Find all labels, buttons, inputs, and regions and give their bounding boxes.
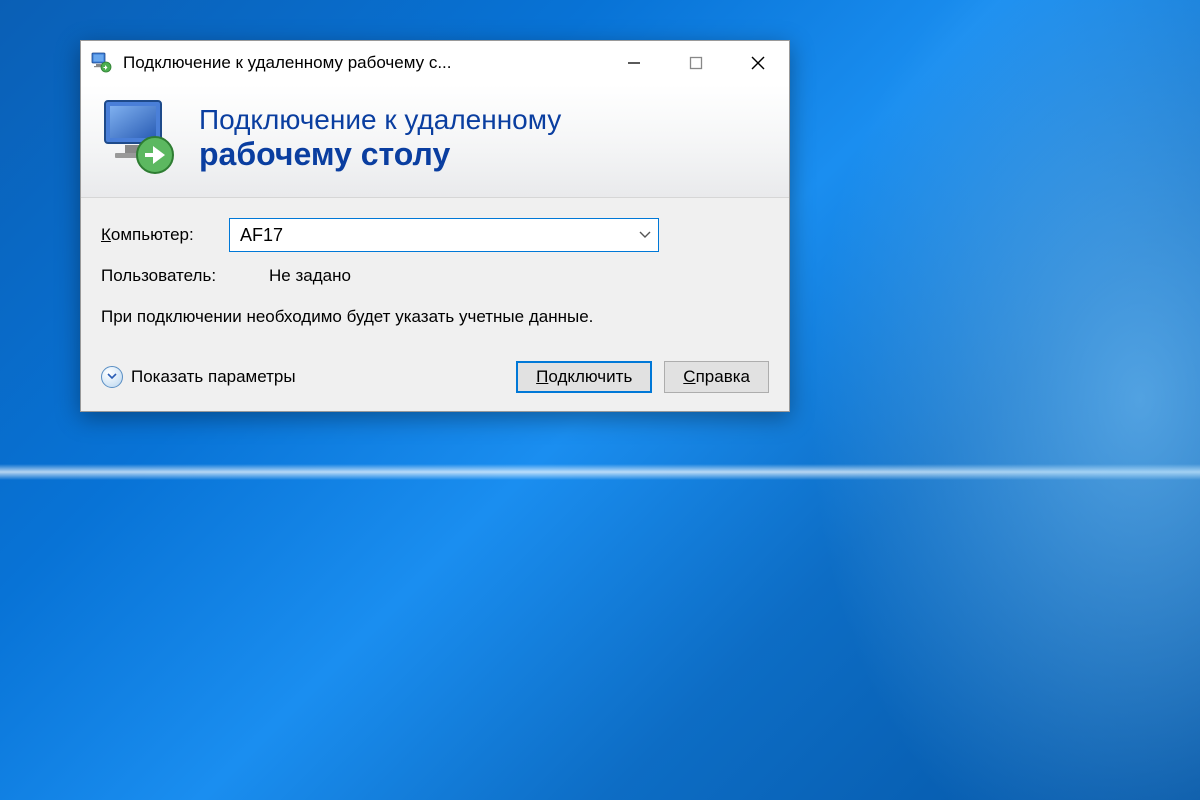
header-banner: Подключение к удаленному рабочему столу (81, 85, 789, 198)
header-text: Подключение к удаленному рабочему столу (199, 104, 561, 173)
computer-row: Компьютер: (101, 218, 769, 252)
window-title: Подключение к удаленному рабочему с... (123, 53, 603, 73)
titlebar[interactable]: Подключение к удаленному рабочему с... (81, 41, 789, 85)
window-controls (603, 41, 789, 85)
close-button[interactable] (727, 41, 789, 85)
rdp-app-icon (91, 52, 113, 74)
computer-label: Компьютер: (101, 225, 229, 245)
maximize-button[interactable] (665, 41, 727, 85)
footer-row: Показать параметры Подключить Справка (101, 361, 769, 393)
header-line1: Подключение к удаленному (199, 104, 561, 136)
help-button[interactable]: Справка (664, 361, 769, 393)
connect-button[interactable]: Подключить (516, 361, 652, 393)
minimize-button[interactable] (603, 41, 665, 85)
show-options-link[interactable]: Показать параметры (101, 366, 516, 388)
header-line2: рабочему столу (199, 136, 561, 173)
rdp-dialog: Подключение к удаленному рабочему с... (80, 40, 790, 412)
info-text: При подключении необходимо будет указать… (101, 306, 621, 329)
dialog-body: Компьютер: Пользователь: Не задано При п… (81, 198, 789, 411)
show-options-label: Показать параметры (131, 367, 296, 387)
computer-input[interactable] (229, 218, 659, 252)
action-buttons: Подключить Справка (516, 361, 769, 393)
computer-combobox[interactable] (229, 218, 659, 252)
user-row: Пользователь: Не задано (101, 266, 769, 286)
chevron-down-icon[interactable] (630, 219, 658, 251)
rdp-logo-icon (99, 97, 181, 179)
user-value: Не задано (269, 266, 351, 286)
user-label: Пользователь: (101, 266, 269, 286)
expand-down-icon[interactable] (101, 366, 123, 388)
